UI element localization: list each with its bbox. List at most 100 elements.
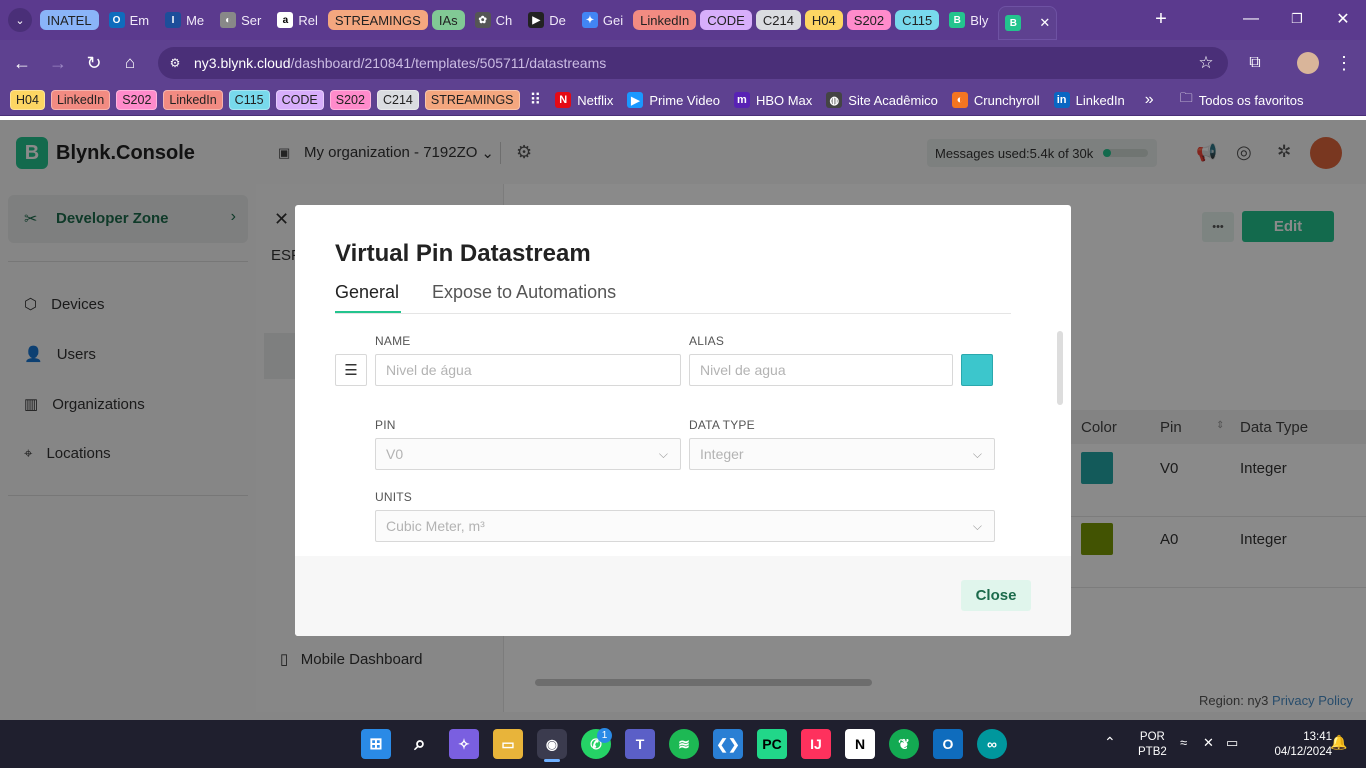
alias-input[interactable]: Nivel de agua bbox=[689, 354, 953, 386]
browser-tab[interactable]: B Bly bbox=[943, 6, 994, 34]
apps-grid-icon[interactable]: ⠿ bbox=[530, 90, 542, 110]
units-select[interactable]: Cubic Meter, m³ ⌵ bbox=[375, 510, 995, 542]
start-icon[interactable]: ⊞ bbox=[361, 729, 391, 759]
bookmark-group-code[interactable]: CODE bbox=[275, 90, 324, 110]
chrome-icon[interactable]: ◉ bbox=[537, 729, 567, 759]
search-icon[interactable]: ⌕ bbox=[405, 729, 435, 759]
tab-group-c115[interactable]: C115 bbox=[895, 10, 940, 30]
teams-icon[interactable]: T bbox=[625, 729, 655, 759]
bookmark-group-linkedin[interactable]: LinkedIn bbox=[163, 90, 223, 110]
browser-tab[interactable]: ▶ De bbox=[522, 6, 572, 34]
volume-muted-icon[interactable]: ✕ bbox=[1203, 735, 1214, 751]
bookmark-group-c115[interactable]: C115 bbox=[228, 90, 270, 110]
units-label: UNITS bbox=[375, 490, 412, 504]
copilot-icon[interactable]: ✧ bbox=[449, 729, 479, 759]
tab-group-linkedin[interactable]: LinkedIn bbox=[633, 10, 697, 30]
blynk-favicon-icon: B bbox=[1005, 15, 1022, 31]
bookmark-label: Site Acadêmico bbox=[848, 92, 938, 108]
clock[interactable]: 13:41 04/12/2024 bbox=[1252, 730, 1332, 760]
bookmark-group-s202[interactable]: S202 bbox=[329, 90, 371, 110]
tab-close-icon[interactable]: ✕ bbox=[1039, 15, 1050, 31]
spotify-icon[interactable]: ≋ bbox=[669, 729, 699, 759]
forward-icon[interactable]: → bbox=[46, 51, 70, 75]
tab-general[interactable]: General bbox=[335, 282, 399, 303]
all-bookmarks[interactable]: 🗀 Todos os favoritos bbox=[1180, 89, 1304, 111]
browser-tab[interactable]: O Em bbox=[103, 6, 156, 34]
tab-search-icon[interactable]: ⌄ bbox=[8, 8, 32, 32]
tab-group-code[interactable]: CODE bbox=[700, 10, 752, 30]
site-info-icon[interactable]: ⚙ bbox=[166, 54, 184, 72]
window-close-icon[interactable]: ✕ bbox=[1332, 8, 1354, 30]
menu-icon[interactable]: ⋮ bbox=[1333, 52, 1355, 74]
tab-favicon-icon: ✿ bbox=[474, 12, 491, 28]
active-tab[interactable]: B ✕ bbox=[998, 6, 1058, 40]
battery-icon[interactable]: ▭ bbox=[1226, 735, 1238, 751]
bookmark-netflix[interactable]: N Netflix bbox=[555, 92, 613, 108]
units-value: Cubic Meter, m³ bbox=[386, 518, 485, 534]
modal-scrollbar[interactable] bbox=[1057, 331, 1063, 405]
tab-group-inatel[interactable]: INATEL bbox=[40, 10, 99, 30]
color-picker[interactable] bbox=[961, 354, 993, 386]
chevron-up-icon[interactable]: ⌃ bbox=[1104, 734, 1116, 751]
browser-tab[interactable]: ✦ Gei bbox=[576, 6, 629, 34]
browser-tab[interactable]: I Me bbox=[159, 6, 210, 34]
new-tab-icon[interactable]: + bbox=[1150, 8, 1172, 30]
bookmark-star-icon[interactable]: ☆ bbox=[1196, 53, 1216, 73]
back-icon[interactable]: ← bbox=[10, 51, 34, 75]
bookmark-label: Crunchyroll bbox=[973, 92, 1040, 108]
minimize-icon[interactable]: — bbox=[1240, 8, 1262, 30]
url-path: /dashboard/210841/templates/505711/datas… bbox=[290, 55, 607, 71]
restore-icon[interactable]: ❐ bbox=[1286, 8, 1308, 30]
arduino-icon[interactable]: ∞ bbox=[977, 729, 1007, 759]
bookmark-group-linkedin[interactable]: LinkedIn bbox=[50, 90, 111, 110]
bookmark-favicon-icon: N bbox=[555, 92, 572, 108]
modal-footer bbox=[295, 556, 1071, 636]
whatsapp-badge: 1 bbox=[597, 728, 612, 743]
bookmark-group-h04[interactable]: H04 bbox=[10, 90, 45, 110]
name-input[interactable]: Nivel de água bbox=[375, 354, 681, 386]
wifi-icon[interactable]: ≈ bbox=[1180, 735, 1187, 750]
bookmark-site-acadêmico[interactable]: ◍ Site Acadêmico bbox=[826, 92, 938, 108]
file-explorer-icon[interactable]: ▭ bbox=[493, 729, 523, 759]
browser-tab[interactable]: a Rel bbox=[271, 6, 324, 34]
input-language[interactable]: POR PTB2 bbox=[1138, 730, 1167, 760]
browser-tab[interactable]: ✿ Ch bbox=[469, 6, 519, 34]
tab-group-c214[interactable]: C214 bbox=[755, 10, 801, 30]
notifications-icon[interactable]: 🔔 bbox=[1330, 734, 1347, 751]
pin-select[interactable]: V0 ⌵ bbox=[375, 438, 681, 470]
more-bookmarks-icon[interactable]: » bbox=[1145, 91, 1154, 109]
bookmark-linkedin[interactable]: in LinkedIn bbox=[1053, 92, 1125, 108]
vscode-icon[interactable]: ❮❯ bbox=[713, 729, 743, 759]
tab-favicon-icon: a bbox=[277, 12, 294, 28]
tab-group-s202[interactable]: S202 bbox=[846, 10, 892, 30]
bookmark-group-c214[interactable]: C214 bbox=[376, 90, 419, 110]
bookmark-group-streamings[interactable]: STREAMINGS bbox=[424, 90, 520, 110]
bookmark-prime-video[interactable]: ▶ Prime Video bbox=[627, 92, 720, 108]
tab-list: INATEL O Em I Me ◐ Ser a Rel STREAMINGS IAs ✿ Ch ▶ De ✦… bbox=[40, 6, 1058, 40]
mongodb-icon[interactable]: ❦ bbox=[889, 729, 919, 759]
close-button[interactable]: Close bbox=[961, 580, 1031, 611]
tabs-divider bbox=[335, 313, 1011, 314]
tab-expose-automations[interactable]: Expose to Automations bbox=[432, 282, 616, 303]
browser-tab[interactable]: ◐ Ser bbox=[214, 6, 267, 34]
tab-group-ias[interactable]: IAs bbox=[431, 10, 465, 30]
notion-icon[interactable]: N bbox=[845, 729, 875, 759]
data-type-select[interactable]: Integer ⌵ bbox=[689, 438, 995, 470]
profile-avatar[interactable] bbox=[1297, 52, 1319, 74]
url-text: ny3.blynk.cloud/dashboard/210841/templat… bbox=[194, 55, 606, 71]
name-label: NAME bbox=[375, 334, 411, 348]
tab-group-streamings[interactable]: STREAMINGS bbox=[327, 10, 428, 30]
tab-group-h04[interactable]: H04 bbox=[804, 10, 843, 30]
bookmark-hbo-max[interactable]: m HBO Max bbox=[733, 92, 812, 108]
address-bar[interactable]: ⚙ ny3.blynk.cloud/dashboard/210841/templ… bbox=[158, 47, 1228, 79]
intellij-icon[interactable]: IJ bbox=[801, 729, 831, 759]
bookmark-crunchyroll[interactable]: ◐ Crunchyroll bbox=[951, 92, 1040, 108]
home-icon[interactable]: ⌂ bbox=[118, 51, 142, 75]
reload-icon[interactable]: ↻ bbox=[82, 51, 106, 75]
icon-picker-button[interactable]: ☰ bbox=[335, 354, 367, 386]
bookmark-group-s202[interactable]: S202 bbox=[116, 90, 158, 110]
bookmark-favicon-icon: in bbox=[1053, 92, 1070, 108]
pycharm-icon[interactable]: PC bbox=[757, 729, 787, 759]
extensions-icon[interactable]: ⧉ bbox=[1244, 52, 1266, 74]
outlook-icon[interactable]: O bbox=[933, 729, 963, 759]
